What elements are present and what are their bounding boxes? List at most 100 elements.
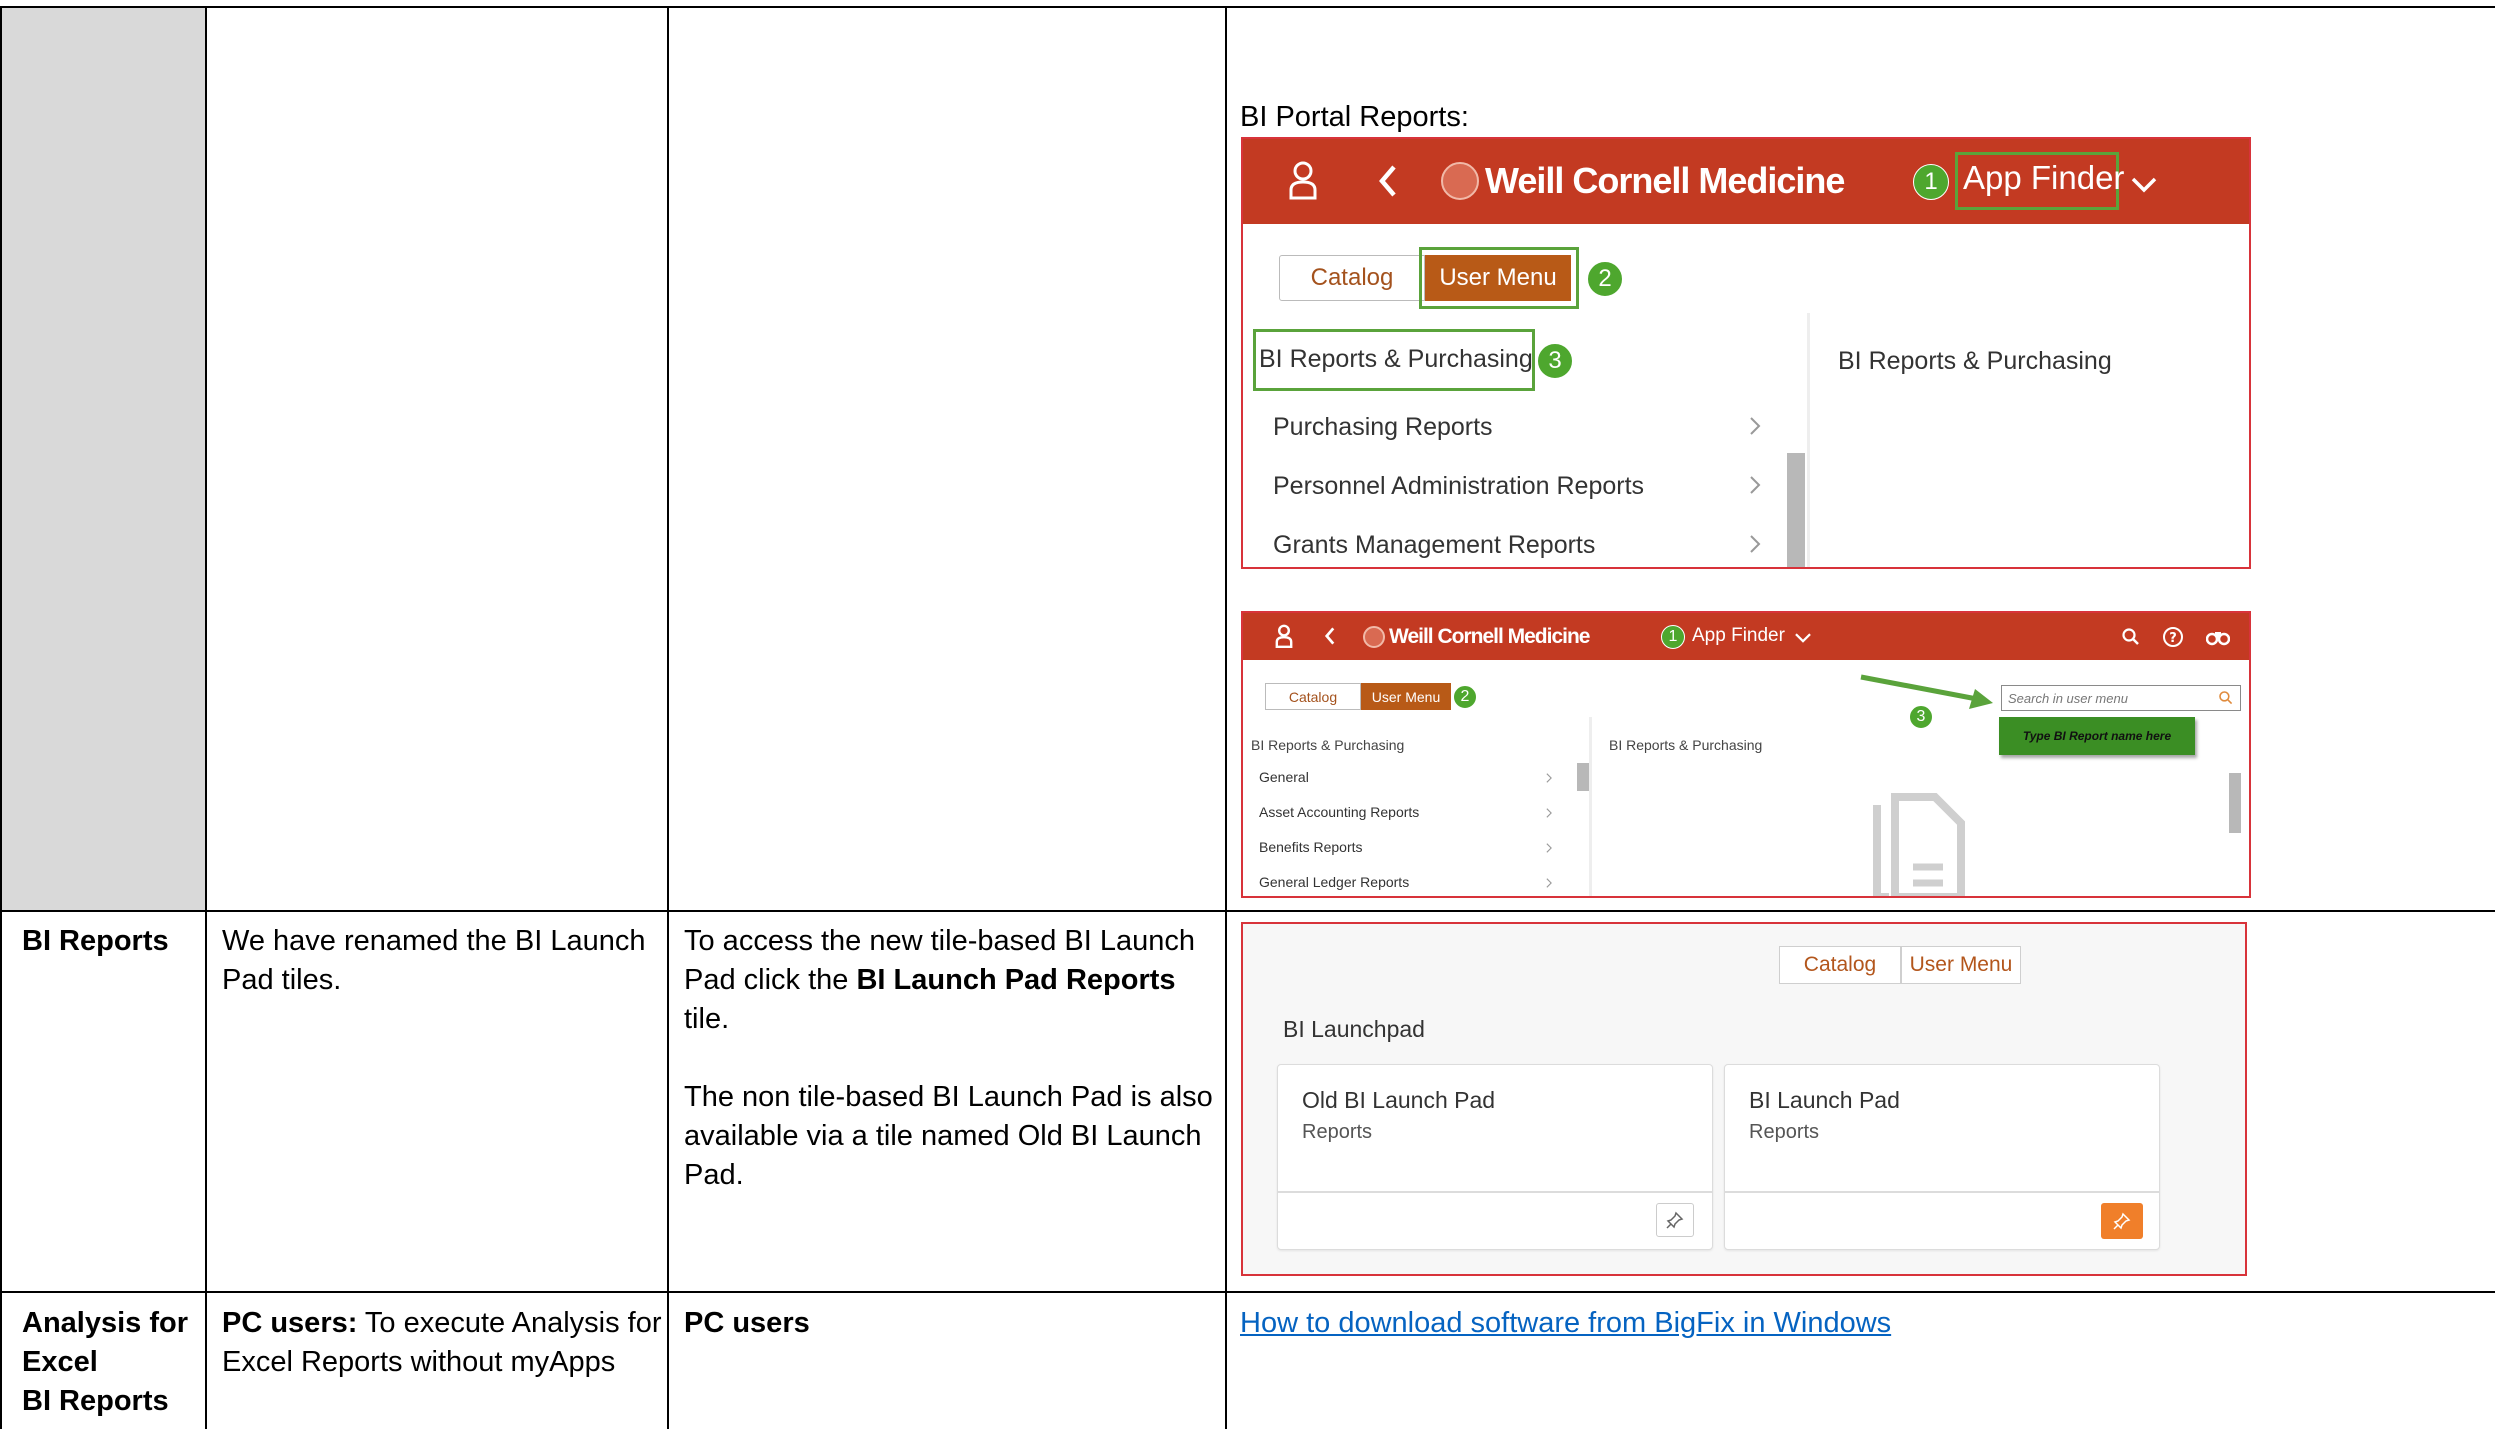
tile-title: Old BI Launch Pad: [1302, 1087, 1496, 1113]
chevron-right-icon: [1545, 841, 1553, 860]
row3-topic-cell: Analysis for Excel BI Reports: [22, 1304, 202, 1421]
menu-item[interactable]: General Ledger Reports: [1259, 874, 1409, 890]
tab-user-menu[interactable]: User Menu: [1361, 683, 1451, 710]
bigfix-download-link[interactable]: How to download software from BigFix in …: [1240, 1307, 1891, 1339]
row3-link-cell: How to download software from BigFix in …: [1240, 1304, 1891, 1343]
group-title: BI Launchpad: [1283, 1016, 1425, 1042]
pin-icon[interactable]: [2101, 1203, 2143, 1239]
row3-topic-line2: Excel: [22, 1346, 98, 1378]
search-icon: [2218, 690, 2234, 709]
row3-action-cell: PC users: [684, 1304, 1220, 1343]
step-badge-1: 1: [1661, 625, 1685, 649]
tile-subtitle: Reports: [1749, 1121, 1820, 1143]
step-badge-2: 2: [1587, 261, 1623, 297]
svg-text:?: ?: [2169, 631, 2177, 646]
row2-action-post: tile.: [684, 1003, 730, 1035]
search-callout: Type BI Report name here: [1999, 717, 2195, 755]
menu-item[interactable]: Purchasing Reports: [1273, 413, 1493, 442]
scrollbar[interactable]: [1787, 453, 1805, 567]
col3-right-border: [1225, 6, 1227, 1429]
row2-action-para1: To access the new tile-based BI Launch P…: [684, 922, 1220, 1039]
pin-icon[interactable]: [1656, 1203, 1694, 1237]
chevron-right-icon: [1545, 771, 1553, 790]
tile-bi-launch-pad[interactable]: BI Launch Pad Reports: [1724, 1064, 2160, 1250]
brand-name: Weill Cornell Medicine: [1389, 625, 1590, 648]
tab-catalog[interactable]: Catalog: [1265, 683, 1361, 710]
person-icon[interactable]: [1283, 157, 1323, 203]
tile-footer-divider: [1725, 1191, 2159, 1193]
scrollbar[interactable]: [2229, 773, 2241, 833]
row3-change-cell: PC users: To execute Analysis for Excel …: [222, 1304, 662, 1382]
chevron-right-icon: [1748, 413, 1762, 444]
menu-item[interactable]: Grants Management Reports: [1273, 531, 1595, 560]
tab-catalog[interactable]: Catalog: [1279, 255, 1425, 301]
chevron-down-icon[interactable]: [2129, 175, 2159, 195]
menu-item[interactable]: Asset Accounting Reports: [1259, 804, 1419, 820]
row2-topic-cell: BI Reports: [22, 922, 202, 961]
tile-subtitle: Reports: [1302, 1121, 1373, 1143]
chevron-right-icon: [1748, 472, 1762, 503]
menu-item[interactable]: General: [1259, 769, 1309, 785]
group-title[interactable]: BI Reports & Purchasing: [1259, 345, 1533, 374]
search-icon[interactable]: [2119, 625, 2143, 649]
search-placeholder: Search in user menu: [2008, 690, 2128, 706]
menu-item[interactable]: Benefits Reports: [1259, 839, 1363, 855]
row2-bottom-border: [0, 1291, 2495, 1293]
row2-change-text: We have renamed the BI Launch Pad tiles.: [222, 925, 646, 996]
seal-icon: [1441, 162, 1479, 200]
brand-name: Weill Cornell Medicine: [1485, 160, 1845, 201]
person-icon[interactable]: [1273, 621, 1295, 651]
back-icon[interactable]: [1373, 161, 1403, 201]
row3-action-bold: PC users: [684, 1307, 810, 1339]
row3-topic-line1: Analysis for: [22, 1307, 188, 1339]
row3-topic-line3: BI Reports: [22, 1385, 169, 1417]
app-finder-label[interactable]: App Finder: [1963, 159, 2124, 197]
group-title[interactable]: BI Reports & Purchasing: [1251, 737, 1404, 753]
col1-right-border: [205, 6, 207, 1429]
screenshot-bi-launchpad: Catalog User Menu BI Launchpad Old BI La…: [1241, 922, 2247, 1276]
row1-col1-shade: [2, 7, 206, 910]
table-left-border: [0, 6, 2, 1429]
tile-footer-divider: [1278, 1191, 1712, 1193]
right-pane-title: BI Reports & Purchasing: [1838, 347, 2112, 375]
pane-divider: [1589, 717, 1592, 896]
row2-action-para2: The non tile-based BI Launch Pad is also…: [684, 1081, 1213, 1191]
step-badge-3: 3: [1537, 343, 1573, 379]
help-icon[interactable]: ?: [2161, 625, 2185, 649]
pane-divider: [1807, 313, 1810, 567]
step-badge-3: 3: [1909, 705, 1933, 729]
document-icon: [1869, 791, 1969, 896]
seal-icon: [1363, 626, 1385, 648]
row2-change-cell: We have renamed the BI Launch Pad tiles.: [222, 922, 662, 1000]
chevron-right-icon: [1545, 876, 1553, 895]
screenshot-user-menu-search: Weill Cornell Medicine 1 App Finder ? Ca…: [1241, 611, 2251, 898]
row1-bottom-border: [0, 910, 2495, 912]
app-finder-label[interactable]: App Finder: [1692, 625, 1785, 647]
chevron-down-icon[interactable]: [1793, 631, 1813, 645]
step-badge-1: 1: [1913, 164, 1949, 200]
bi-portal-caption: BI Portal Reports:: [1240, 101, 1469, 133]
screenshot-app-finder-large: Weill Cornell Medicine 1 App Finder Cata…: [1241, 137, 2251, 569]
tile-old-bi-launch-pad[interactable]: Old BI Launch Pad Reports: [1277, 1064, 1713, 1250]
row2-action-bold: BI Launch Pad Reports: [856, 964, 1176, 996]
chevron-right-icon: [1748, 531, 1762, 562]
col2-right-border: [667, 6, 669, 1429]
tab-catalog[interactable]: Catalog: [1779, 946, 1901, 984]
user-menu-highlight: [1419, 247, 1579, 309]
table-top-border: [0, 6, 2495, 8]
chevron-right-icon: [1545, 806, 1553, 825]
binoculars-icon[interactable]: [2205, 625, 2231, 649]
back-icon[interactable]: [1321, 624, 1339, 648]
row3-change-bold: PC users:: [222, 1307, 358, 1339]
brand-logo: Weill Cornell Medicine: [1363, 624, 1590, 650]
brand-logo: Weill Cornell Medicine: [1441, 159, 1845, 203]
row2-topic-label: BI Reports: [22, 925, 169, 957]
tab-user-menu[interactable]: User Menu: [1901, 946, 2021, 984]
search-input[interactable]: Search in user menu: [2001, 685, 2241, 711]
right-pane-title: BI Reports & Purchasing: [1609, 737, 1763, 753]
row2-action-cell: To access the new tile-based BI Launch P…: [684, 922, 1220, 1195]
scrollbar[interactable]: [1577, 763, 1589, 791]
tile-title: BI Launch Pad: [1749, 1087, 1900, 1113]
menu-item[interactable]: Personnel Administration Reports: [1273, 472, 1644, 501]
step-badge-2: 2: [1453, 685, 1477, 709]
